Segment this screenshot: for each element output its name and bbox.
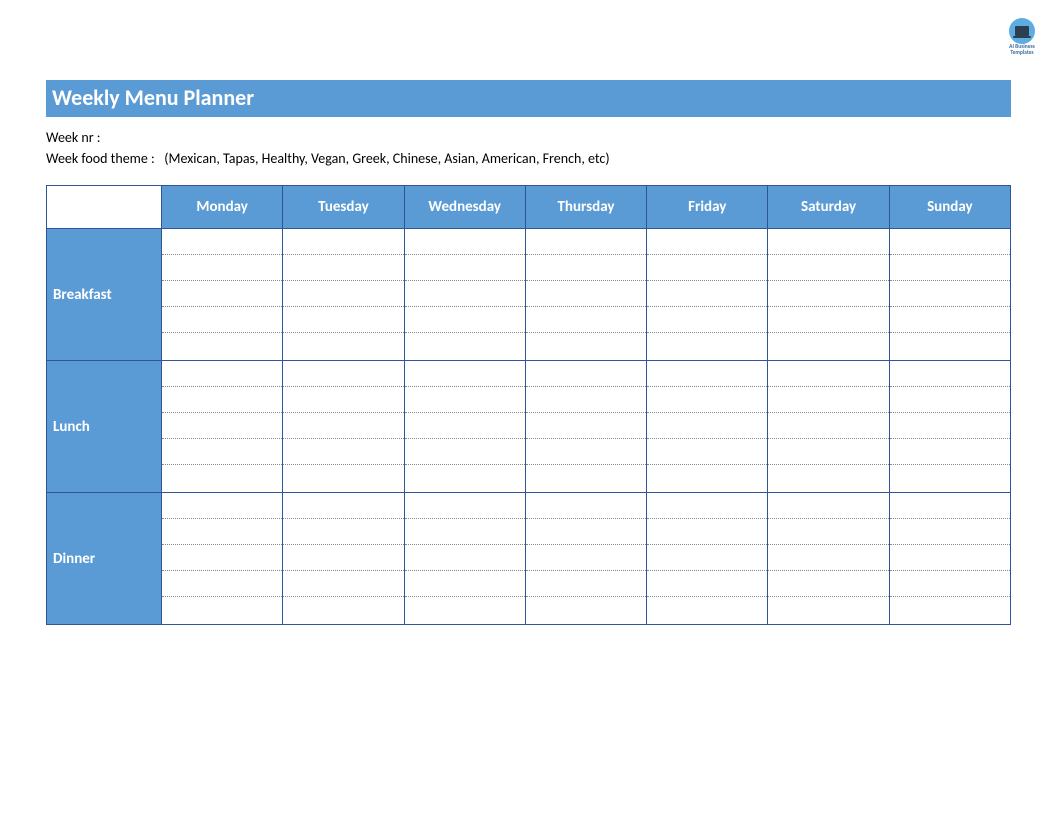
page-title: Weekly Menu Planner	[46, 80, 1011, 117]
meal-cell[interactable]	[647, 361, 768, 493]
meal-cell[interactable]	[647, 493, 768, 625]
week-nr-label: Week nr :	[46, 129, 1011, 146]
table-corner-cell	[47, 186, 162, 229]
meal-header-lunch: Lunch	[47, 361, 162, 493]
day-header-sunday: Sunday	[889, 186, 1010, 229]
meal-cell[interactable]	[404, 229, 525, 361]
meal-cell[interactable]	[525, 493, 646, 625]
meal-cell[interactable]	[283, 493, 404, 625]
meal-cell[interactable]	[889, 493, 1010, 625]
meal-cell[interactable]	[768, 229, 889, 361]
meal-cell[interactable]	[283, 361, 404, 493]
meal-header-dinner: Dinner	[47, 493, 162, 625]
theme-label: Week food theme :	[46, 150, 155, 167]
meal-header-breakfast: Breakfast	[47, 229, 162, 361]
meal-cell[interactable]	[404, 493, 525, 625]
day-header-monday: Monday	[162, 186, 283, 229]
meal-cell[interactable]	[404, 361, 525, 493]
meal-cell[interactable]	[283, 229, 404, 361]
day-header-wednesday: Wednesday	[404, 186, 525, 229]
meal-cell[interactable]	[162, 493, 283, 625]
meal-cell[interactable]	[525, 229, 646, 361]
meal-cell[interactable]	[162, 229, 283, 361]
meal-cell[interactable]	[647, 229, 768, 361]
meal-cell[interactable]	[768, 493, 889, 625]
meal-cell[interactable]	[889, 361, 1010, 493]
meal-cell[interactable]	[768, 361, 889, 493]
day-header-saturday: Saturday	[768, 186, 889, 229]
meal-cell[interactable]	[889, 229, 1010, 361]
laptop-icon	[1009, 18, 1035, 44]
meal-cell[interactable]	[525, 361, 646, 493]
brand-logo: AI Business Templates	[1004, 18, 1040, 56]
menu-planner-table: MondayTuesdayWednesdayThursdayFridaySatu…	[46, 185, 1011, 625]
day-header-tuesday: Tuesday	[283, 186, 404, 229]
meal-cell[interactable]	[162, 361, 283, 493]
theme-hint: (Mexican, Tapas, Healthy, Vegan, Greek, …	[164, 150, 609, 167]
day-header-friday: Friday	[647, 186, 768, 229]
brand-text-2: Templates	[1004, 51, 1040, 57]
day-header-thursday: Thursday	[525, 186, 646, 229]
